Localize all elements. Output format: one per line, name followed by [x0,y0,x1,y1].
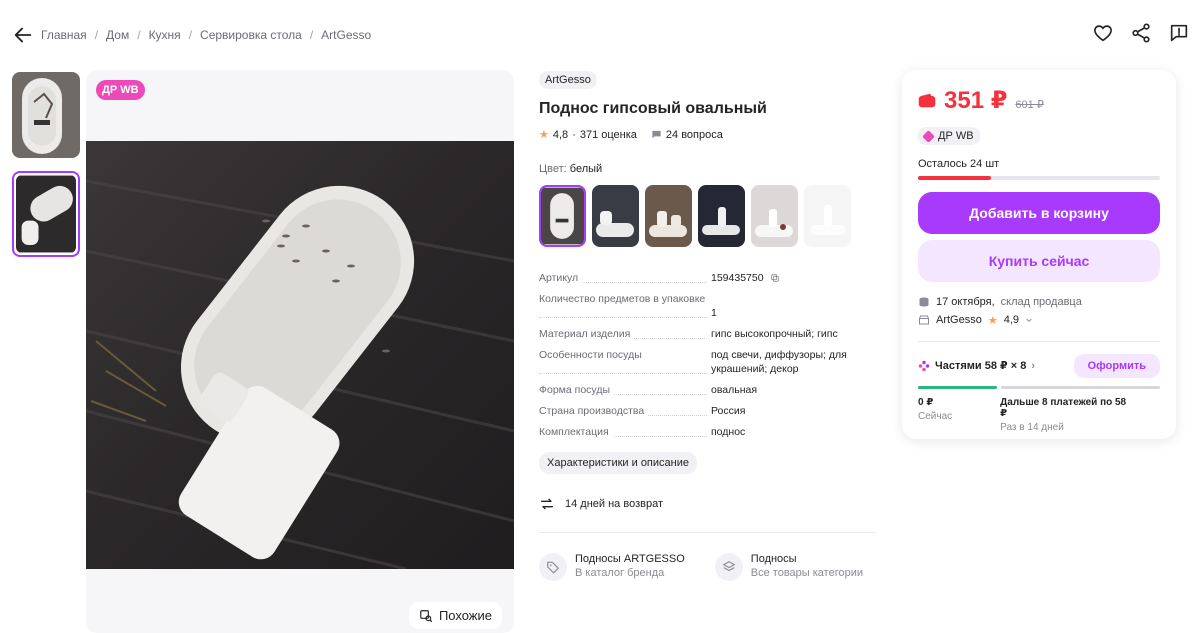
rating-value[interactable]: 4,8 [553,129,568,141]
spec-row: Количество предметов в упаковке 1 [539,293,717,319]
stock-bar [918,175,1160,180]
seller-link[interactable]: ArtGesso ★ 4,9 [918,314,1160,327]
spec-row: Форма посуды овальная [539,384,758,396]
questions-count: 24 вопроса [665,128,723,141]
color-swatch[interactable] [592,185,639,247]
installments-label[interactable]: Частями 58 ₽ × 8 › [918,359,1035,372]
old-price: 601 ₽ [1015,99,1044,111]
divider [539,532,876,533]
chevron-down-icon [1026,318,1032,323]
arrange-installments-button[interactable]: Оформить [1073,353,1160,378]
seller-name: ArtGesso [936,314,982,326]
breadcrumb-item[interactable]: Дом [106,28,129,42]
spec-row: Комплектация поднос [539,426,746,438]
product-main-image[interactable] [86,141,514,569]
thumbnail-list [12,72,80,270]
diamond-icon [922,129,935,143]
price: 351 ₽ [944,87,1008,114]
similar-icon [420,609,433,622]
color-swatch[interactable] [751,185,798,247]
delivery-date: 17 октября, [936,295,995,308]
star-icon: ★ [987,314,998,327]
brand-catalog-link[interactable]: Подносы ARTGESSO В каталог бренда [539,553,685,581]
brand-chip[interactable]: ArtGesso [539,71,597,89]
promo-badge: ДР WB [918,127,980,145]
warehouse-icon [919,297,929,306]
similar-button[interactable]: Похожие [408,602,502,629]
article-number: 159435750 [711,272,764,284]
product-title: Поднос гипсовый овальный [539,100,767,117]
add-to-cart-button[interactable]: Добавить в корзину [918,191,1160,234]
color-value: белый [569,163,603,175]
wallet-icon [918,93,936,108]
promo-badge: ДР WB [96,80,145,100]
shop-icon [919,315,929,325]
breadcrumb-item[interactable]: Сервировка стола [200,28,302,42]
remaining-bar [1001,385,1160,389]
paid-bar [918,385,997,389]
stock-bar-fill [918,175,991,180]
installments-icon [918,360,930,371]
spec-row: Страна производства Россия [539,405,746,417]
return-icon [541,498,553,510]
delivery-source: склад продавца [1000,295,1082,308]
installments-info: 0 ₽ Сейчас Дальше 8 платежей по 58 ₽ Раз в… [918,396,1127,433]
color-swatch[interactable] [539,185,586,247]
product-info: ArtGesso Поднос гипсовый овальный ★ 4,8 … [539,70,879,581]
star-icon: ★ [539,129,549,141]
characteristics-button[interactable]: Характеристики и описание [539,452,697,474]
report-icon[interactable] [1168,22,1190,44]
similar-label: Похожие [438,608,492,623]
category-link[interactable]: Подносы Все товары категории [714,553,863,581]
spec-row: Особенности посуды под свечи, диффузоры; … [539,349,847,375]
spec-row: Артикул 159435750 [539,271,879,285]
question-icon [652,130,661,139]
back-arrow-icon[interactable] [12,24,34,46]
installments-row: Частями 58 ₽ × 8 › Оформить [918,353,1160,378]
color-swatch[interactable] [804,185,851,247]
installments-bars [918,385,1160,389]
specs-table: Артикул 159435750 Количество предметов в … [539,271,879,439]
share-icon[interactable] [1130,22,1152,44]
color-swatches [539,185,879,247]
product-gallery: ДР WB Похожие [86,70,514,633]
thumbnail-2[interactable] [12,171,80,257]
delivery-info: 17 октября, склад продавца [918,296,1160,308]
buy-now-button[interactable]: Купить сейчас [918,239,1160,282]
layers-icon [714,553,743,581]
color-swatch[interactable] [698,185,745,247]
chevron-right-icon: › [1031,359,1035,372]
top-bar: Главная / Дом / Кухня / Сервировка стола / A… [0,0,1200,70]
tag-icon [539,553,567,581]
return-policy[interactable]: 14 дней на возврат [539,496,879,512]
return-text: 14 дней на возврат [565,498,663,510]
breadcrumb-item[interactable]: Кухня [149,28,181,42]
catalog-links: Подносы ARTGESSO В каталог бренда Подносы… [539,553,879,581]
breadcrumb: Главная / Дом / Кухня / Сервировка стола / A… [41,28,372,42]
questions-link[interactable]: 24 вопроса [651,129,723,141]
seller-rating: 4,9 [1003,314,1020,326]
price-card: 351 ₽ 601 ₽ ДР WB Осталось 24 шт Добавит… [902,70,1176,439]
heart-icon[interactable] [1092,22,1114,44]
rating-line: ★ 4,8 · 371 оценка 24 вопроса [539,128,723,142]
breadcrumb-item[interactable]: Главная [41,28,87,42]
breadcrumb-item[interactable]: ArtGesso [321,28,371,42]
reviews-count[interactable]: 371 оценка [580,129,637,141]
color-swatch[interactable] [645,185,692,247]
divider [918,340,1160,342]
copy-icon[interactable] [770,273,780,283]
thumbnail-1[interactable] [12,72,80,158]
spec-row: Материал изделия гипс высокопрочный; гипс [539,328,838,340]
color-label: Цвет: белый [539,163,603,175]
stock-text: Осталось 24 шт [918,157,1000,170]
